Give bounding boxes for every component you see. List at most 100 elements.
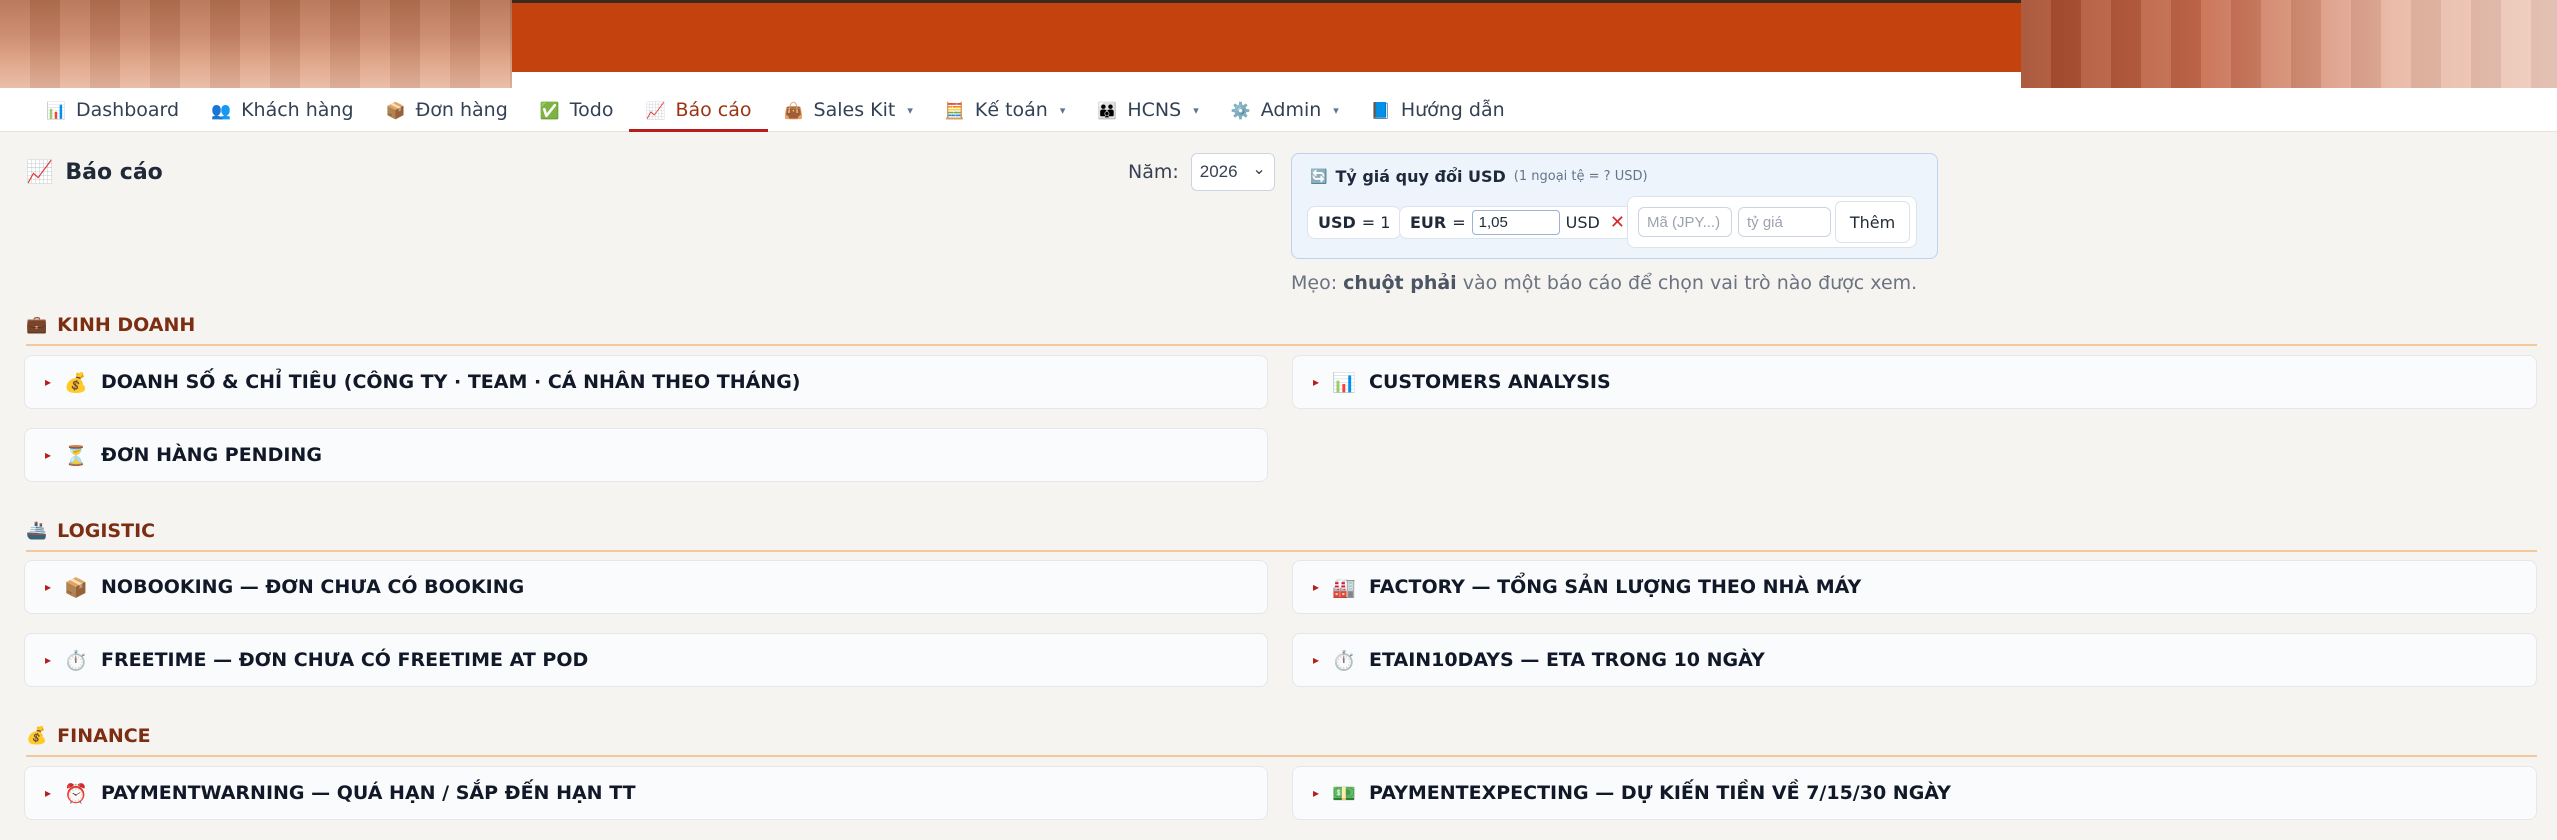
expand-triangle-icon: ▸: [1313, 653, 1320, 667]
fx-note: (1 ngoại tệ = ? USD): [1513, 169, 1648, 184]
tip-bold: chuột phải: [1343, 272, 1457, 294]
report-label: NOBOOKING — ĐƠN CHƯA CÓ BOOKING: [101, 576, 525, 598]
expand-triangle-icon: ▸: [45, 653, 52, 667]
chevron-down-icon: ▾: [1193, 103, 1199, 117]
report-customers-analysis[interactable]: ▸ 📊 CUSTOMERS ANALYSIS: [1292, 355, 2537, 409]
close-icon[interactable]: ✕: [1610, 212, 1625, 233]
section-title: KINH DOANH: [57, 314, 196, 336]
main-nav: 📊 Dashboard 👥 Khách hàng 📦 Đơn hàng ✅ To…: [0, 88, 2557, 132]
report-paymentwarning[interactable]: ▸ ⏰ PAYMENTWARNING — QUÁ HẠN / SẮP ĐẾN H…: [24, 766, 1268, 820]
chevron-down-icon: ▾: [1059, 103, 1066, 117]
nav-label: Hướng dẫn: [1400, 99, 1505, 121]
checkbox-icon: ✅: [539, 100, 560, 120]
banner-left-image: [0, 0, 512, 88]
money-bag-icon: 💰: [26, 726, 48, 746]
nav-label: HCNS: [1127, 99, 1182, 121]
nav-item-khach-hang[interactable]: 👥 Khách hàng: [195, 88, 369, 132]
nav-item-don-hang[interactable]: 📦 Đơn hàng: [370, 88, 524, 132]
report-label: FACTORY — TỔNG SẢN LƯỢNG THEO NHÀ MÁY: [1369, 576, 1862, 598]
nav-label: Sales Kit: [813, 99, 896, 121]
chart-bar-icon: 📊: [46, 100, 66, 120]
nav-label: Kế toán: [974, 99, 1048, 121]
chart-up-icon: 📈: [26, 160, 54, 185]
fx-rate-chip: EUR = 1,05 USD ✕: [1399, 206, 1636, 239]
expand-triangle-icon: ▸: [1313, 786, 1320, 800]
header-banner: [0, 0, 2557, 88]
expand-triangle-icon: ▸: [45, 580, 52, 594]
nav-label: Báo cáo: [675, 99, 752, 121]
nav-label: Khách hàng: [241, 99, 354, 121]
package-icon: 📦: [64, 576, 88, 599]
report-paymentexpecting[interactable]: ▸ 💵 PAYMENTEXPECTING — DỰ KIẾN TIỀN VỀ 7…: [1292, 766, 2537, 820]
report-label: DOANH SỐ & CHỈ TIÊU (CÔNG TY · TEAM · CÁ…: [101, 371, 801, 393]
banner-center-bar: [512, 0, 2021, 72]
report-don-hang-pending[interactable]: ▸ ⏳ ĐƠN HÀNG PENDING: [24, 428, 1268, 482]
chevron-down-icon: ⌄: [1252, 161, 1266, 178]
chevron-down-icon: ▾: [1333, 103, 1339, 117]
nav-item-admin[interactable]: ⚙️ Admin ▾: [1215, 88, 1355, 132]
banner-right-image: [2021, 0, 2557, 88]
report-doanh-so[interactable]: ▸ 💰 DOANH SỐ & CHỈ TIÊU (CÔNG TY · TEAM …: [24, 355, 1268, 409]
year-label: Năm:: [1128, 161, 1179, 183]
section-title: FINANCE: [57, 725, 151, 747]
section-kinh-doanh: 💼 KINH DOANH: [26, 314, 2537, 346]
chart-up-icon: 📈: [645, 100, 666, 120]
bag-icon: 👜: [783, 100, 804, 120]
fx-title-text: Tỷ giá quy đổi USD: [1335, 167, 1506, 186]
alarm-clock-icon: ⏰: [64, 782, 88, 805]
gear-icon: ⚙️: [1230, 100, 1251, 120]
nav-label: Admin: [1260, 99, 1322, 121]
tip-suffix: vào một báo cáo để chọn vai trò nào được…: [1462, 272, 1918, 294]
nav-item-todo[interactable]: ✅ Todo: [524, 88, 630, 132]
report-label: ĐƠN HÀNG PENDING: [101, 444, 322, 466]
report-etain10days[interactable]: ▸ ⏱️ ETAIN10DAYS — ETA TRONG 10 NGÀY: [1292, 633, 2537, 687]
report-factory[interactable]: ▸ 🏭 FACTORY — TỔNG SẢN LƯỢNG THEO NHÀ MÁ…: [1292, 560, 2537, 614]
nav-item-bao-cao[interactable]: 📈 Báo cáo: [629, 88, 768, 132]
stopwatch-icon: ⏱️: [1332, 649, 1356, 672]
add-rate-button[interactable]: Thêm: [1835, 201, 1910, 243]
nav-item-ke-toan[interactable]: 🧮 Kế toán ▾: [929, 88, 1081, 132]
stopwatch-icon: ⏱️: [64, 649, 88, 672]
nav-item-sales-kit[interactable]: 👜 Sales Kit ▾: [768, 88, 929, 132]
fx-rate-eq: =: [1452, 213, 1466, 232]
report-label: FREETIME — ĐƠN CHƯA CÓ FREETIME AT POD: [101, 649, 589, 671]
nav-item-hcns[interactable]: 👪 HCNS ▾: [1081, 88, 1214, 132]
dollar-bill-icon: 💵: [1332, 782, 1356, 805]
users-icon: 👥: [211, 100, 232, 120]
nav-label: Todo: [569, 99, 614, 121]
expand-triangle-icon: ▸: [1313, 375, 1320, 389]
fx-base-eq: = 1: [1361, 213, 1391, 232]
section-finance: 💰 FINANCE: [26, 725, 2537, 757]
report-label: CUSTOMERS ANALYSIS: [1369, 371, 1611, 393]
money-bag-icon: 💰: [64, 371, 88, 394]
page-title-text: Báo cáo: [65, 160, 163, 185]
nav-item-huong-dan[interactable]: 📘 Hướng dẫn: [1355, 88, 1521, 132]
chevron-down-icon: ▾: [907, 103, 913, 117]
fx-add-group: Mã (JPY...) tỷ giá Thêm: [1627, 196, 1917, 248]
currency-rate-input[interactable]: tỷ giá: [1738, 207, 1831, 237]
year-value: 2026: [1199, 162, 1238, 181]
page-title: 📈 Báo cáo: [26, 160, 163, 185]
fx-rate-panel: 🔄 Tỷ giá quy đổi USD (1 ngoại tệ = ? USD…: [1291, 153, 1938, 259]
fx-rate-input[interactable]: 1,05: [1471, 210, 1560, 235]
family-icon: 👪: [1097, 100, 1118, 120]
year-select[interactable]: 2026 ⌄: [1190, 153, 1275, 191]
nav-label: Đơn hàng: [415, 99, 508, 121]
nav-item-dashboard[interactable]: 📊 Dashboard: [30, 88, 195, 132]
package-icon: 📦: [385, 100, 406, 120]
section-title: LOGISTIC: [57, 520, 156, 542]
tip-text: Mẹo: chuột phải vào một báo cáo để chọn …: [1291, 272, 1917, 294]
hourglass-icon: ⏳: [64, 444, 88, 467]
fx-base-code: USD: [1318, 213, 1356, 232]
report-freetime[interactable]: ▸ ⏱️ FREETIME — ĐƠN CHƯA CÓ FREETIME AT …: [24, 633, 1268, 687]
briefcase-icon: 💼: [26, 315, 48, 335]
expand-triangle-icon: ▸: [45, 448, 52, 462]
section-logistic: 🚢 LOGISTIC: [26, 520, 2537, 552]
currency-code-input[interactable]: Mã (JPY...): [1638, 207, 1732, 237]
banner-spacer: [512, 72, 2021, 88]
abacus-icon: 🧮: [944, 100, 965, 120]
year-filter: Năm: 2026 ⌄: [1128, 153, 1275, 191]
report-nobooking[interactable]: ▸ 📦 NOBOOKING — ĐƠN CHƯA CÓ BOOKING: [24, 560, 1268, 614]
report-label: ETAIN10DAYS — ETA TRONG 10 NGÀY: [1369, 649, 1765, 671]
chart-bar-icon: 📊: [1332, 371, 1356, 394]
